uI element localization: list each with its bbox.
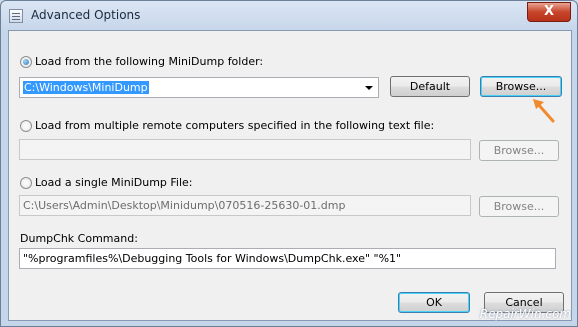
- window-title: Advanced Options: [31, 8, 141, 22]
- close-button[interactable]: X: [527, 2, 571, 22]
- title-bar[interactable]: Advanced Options X: [1, 1, 577, 31]
- minidump-folder-value: C:\Windows\MiniDump: [23, 81, 149, 94]
- browse-remote-button[interactable]: Browse...: [479, 140, 559, 161]
- remote-computers-label: Load from multiple remote computers spec…: [35, 119, 435, 132]
- chevron-down-icon[interactable]: [365, 86, 373, 90]
- single-minidump-label: Load a single MiniDump File:: [35, 176, 193, 189]
- minidump-folder-label: Load from the following MiniDump folder:: [35, 55, 264, 68]
- radio-minidump-folder[interactable]: [20, 56, 32, 68]
- radio-single-minidump[interactable]: [20, 177, 32, 189]
- annotation-arrow-icon: [533, 99, 555, 123]
- window-app-icon: [9, 9, 23, 23]
- radio-remote-computers[interactable]: [20, 120, 32, 132]
- advanced-options-window: Advanced Options X Load from the followi…: [0, 0, 578, 327]
- remote-computers-file-input[interactable]: [19, 139, 471, 160]
- browse-single-button[interactable]: Browse...: [479, 196, 559, 217]
- watermark-text: RepairWin.com: [479, 307, 571, 321]
- minidump-folder-combobox[interactable]: C:\Windows\MiniDump: [19, 77, 379, 98]
- dumpchk-command-input[interactable]: "%programfiles%\Debugging Tools for Wind…: [19, 248, 556, 269]
- ok-button[interactable]: OK: [398, 292, 470, 313]
- browse-folder-button[interactable]: Browse...: [480, 76, 562, 97]
- dialog-body: Load from the following MiniDump folder:…: [8, 30, 572, 321]
- dumpchk-command-label: DumpChk Command:: [20, 232, 138, 245]
- default-button[interactable]: Default: [390, 76, 470, 97]
- single-minidump-file-input[interactable]: C:\Users\Admin\Desktop\Minidump\070516-2…: [19, 195, 471, 216]
